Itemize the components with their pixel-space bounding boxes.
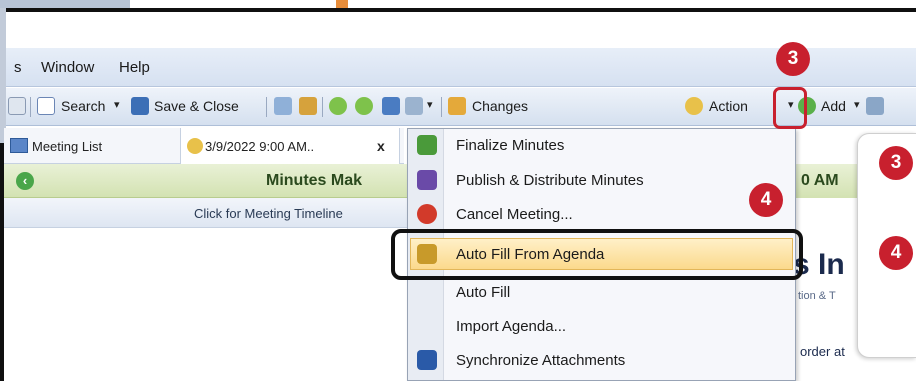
search-dropdown-arrow[interactable]: ▾ <box>114 98 120 111</box>
back-arrow-icon[interactable]: ‹ <box>16 172 34 190</box>
publish-icon <box>417 170 437 190</box>
toolbar-separator <box>441 97 442 117</box>
grid-icon[interactable] <box>8 97 26 115</box>
changes-button[interactable]: Changes <box>472 98 528 114</box>
actions-arrow-highlight-box <box>773 87 807 129</box>
menu-item-window[interactable]: Window <box>41 59 94 76</box>
minutes-header-title: Minutes Mak <box>266 172 363 189</box>
options-icon[interactable] <box>866 97 884 115</box>
timeline-link[interactable]: Click for Meeting Timeline <box>194 206 343 221</box>
menu-item-finalize-minutes[interactable]: Finalize Minutes <box>408 129 795 161</box>
meeting-time-fragment: 0 AM <box>801 172 839 189</box>
order-label: order at <box>800 344 845 359</box>
document-tab-bar: Meeting List 3/9/2022 9:00 AM.. x <box>4 128 404 164</box>
forward-icon[interactable] <box>355 97 373 115</box>
window-dropdown-arrow[interactable]: ▾ <box>427 98 433 111</box>
legend-badge-4: 4 <box>879 236 913 270</box>
content-sub-fragment: tion & T <box>798 290 836 302</box>
menu-item-cancel-meeting[interactable]: Cancel Meeting... <box>408 198 795 230</box>
top-strip <box>0 0 916 8</box>
toolbar-separator <box>322 97 323 117</box>
menu-item-publish-distribute[interactable]: Publish & Distribute Minutes <box>408 164 795 196</box>
menu-item-import-agenda[interactable]: Import Agenda... <box>408 310 795 342</box>
menu-item-label: Finalize Minutes <box>456 137 565 154</box>
finalize-icon <box>417 135 437 155</box>
auto-fill-highlight-box <box>391 229 803 280</box>
attach-icon[interactable] <box>382 97 400 115</box>
callout-legend-panel: 3 4 <box>857 133 916 358</box>
window-icon[interactable] <box>405 97 423 115</box>
calendar-icon <box>10 138 28 153</box>
top-strip-left <box>0 0 130 8</box>
save-close-button[interactable]: Save & Close <box>154 98 239 114</box>
menu-item-label: Auto Fill <box>456 284 511 301</box>
minutes-header-bar: ‹ Minutes Mak <box>4 164 409 198</box>
search-icon[interactable] <box>37 97 55 115</box>
top-strip-orange <box>336 0 348 8</box>
legend-badge-3: 3 <box>879 146 913 180</box>
actions-icon[interactable] <box>685 97 703 115</box>
menu-item-fragment[interactable]: s <box>14 59 22 76</box>
tab-meeting[interactable]: 3/9/2022 9:00 AM.. x <box>180 128 400 164</box>
search-button[interactable]: Search <box>61 98 105 114</box>
timeline-bar[interactable]: Click for Meeting Timeline <box>4 198 409 228</box>
cancel-icon <box>417 204 437 224</box>
menu-item-label: Synchronize Attachments <box>456 352 626 369</box>
step-badge-3: 3 <box>776 42 810 76</box>
tab-meeting-list[interactable]: Meeting List <box>4 128 144 164</box>
close-icon[interactable]: x <box>377 138 385 154</box>
toolbar-separator <box>266 97 267 117</box>
menu-item-auto-fill[interactable]: Auto Fill <box>408 276 795 308</box>
minutes-header-bar-right: 0 AM <box>793 164 863 198</box>
tab-meeting-label: 3/9/2022 9:00 AM.. <box>205 139 315 154</box>
save-close-icon[interactable] <box>131 97 149 115</box>
toolbar-separator <box>30 97 31 117</box>
add-dropdown-arrow[interactable]: ▾ <box>854 98 860 111</box>
add-button[interactable]: Add <box>821 98 846 114</box>
menu-item-help[interactable]: Help <box>119 59 150 76</box>
changes-icon[interactable] <box>448 97 466 115</box>
left-overlay-edge <box>0 8 6 143</box>
home-icon[interactable] <box>274 97 292 115</box>
menu-item-label: Cancel Meeting... <box>456 206 573 223</box>
menu-item-label: Publish & Distribute Minutes <box>456 172 644 189</box>
tab-meeting-list-label: Meeting List <box>32 139 103 154</box>
step-badge-4: 4 <box>749 183 783 217</box>
menu-item-synchronize-attachments[interactable]: Synchronize Attachments <box>408 344 795 376</box>
people-icon[interactable] <box>299 97 317 115</box>
back-icon[interactable] <box>329 97 347 115</box>
sync-icon <box>417 350 437 370</box>
meeting-icon <box>187 138 203 154</box>
menu-item-label: Import Agenda... <box>456 318 567 335</box>
actions-button[interactable]: Action <box>709 98 748 114</box>
